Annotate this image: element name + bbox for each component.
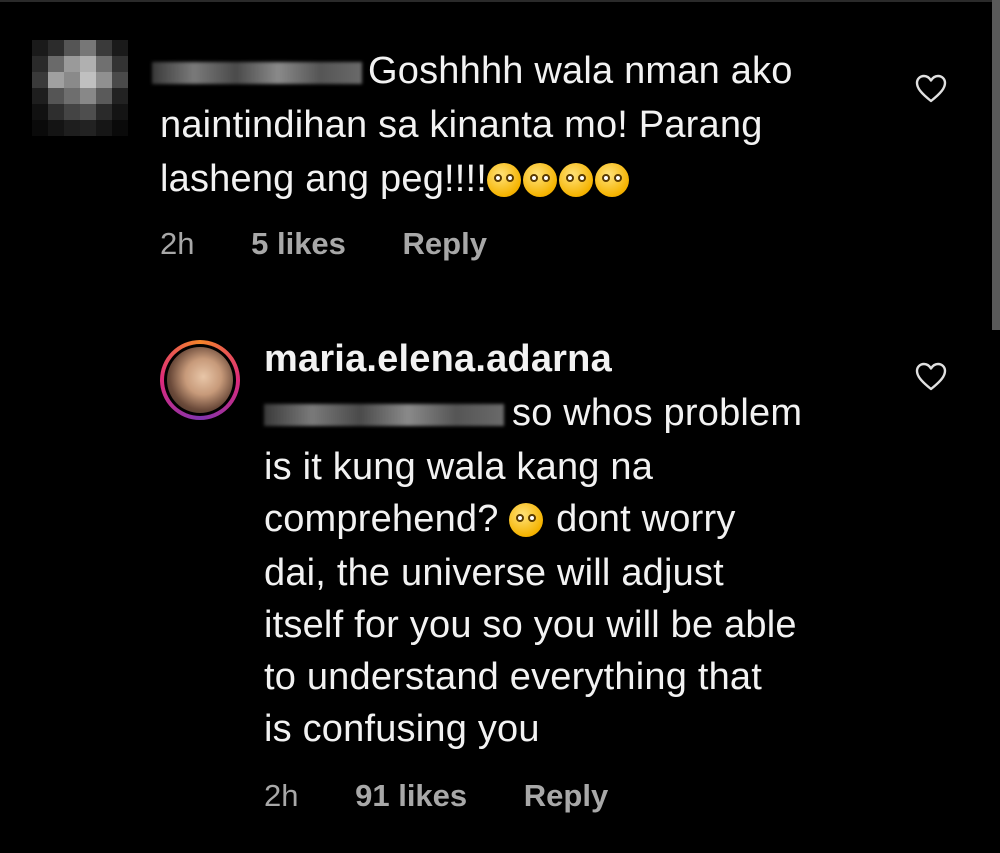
- comment-time: 2h: [160, 226, 195, 261]
- comment-2-reply: maria.elena.adarna so whos problem is it…: [0, 300, 1000, 853]
- username-redacted[interactable]: [152, 62, 362, 84]
- flushed-face-emoji: [487, 163, 522, 197]
- comment-text-line-1: Goshhhh wala nman ako: [368, 50, 793, 92]
- avatar-border: [164, 344, 236, 416]
- comment-text-line-3-text: lasheng ang peg!!!!: [160, 158, 488, 200]
- reply-text-line-2: is it kung wala kang na: [264, 446, 654, 488]
- comment-text-line-3: lasheng ang peg!!!!: [160, 152, 631, 206]
- reply-text-line-7: is confusing you: [264, 708, 540, 750]
- avatar-pixelated[interactable]: [32, 40, 128, 136]
- reply-text-line-1: so whos problem: [512, 392, 803, 434]
- reply-meta: 2h 91 likes Reply: [264, 778, 656, 814]
- face-with-raised-eyebrow-emoji: [523, 163, 558, 197]
- reply-text-line-4: dai, the universe will adjust: [264, 552, 724, 594]
- likes-count[interactable]: 5 likes: [251, 226, 346, 261]
- reply-text-line-5: itself for you so you will be able: [264, 604, 797, 646]
- avatar-photo: [167, 347, 233, 413]
- comment-1: Goshhhh wala nman ako naintindihan sa ki…: [0, 0, 1000, 300]
- heart-icon[interactable]: [915, 362, 947, 392]
- reply-button[interactable]: Reply: [403, 226, 487, 261]
- reply-time: 2h: [264, 778, 299, 813]
- woozy-face-emoji: [559, 163, 594, 197]
- reply-text-line-6: to understand everything that: [264, 656, 763, 698]
- comment-username[interactable]: maria.elena.adarna: [264, 332, 612, 386]
- reply-text-line-3b: dont worry: [556, 498, 736, 540]
- likes-count[interactable]: 91 likes: [355, 778, 467, 813]
- woozy-face-emoji: [509, 503, 544, 537]
- comment-meta: 2h 5 likes Reply: [160, 226, 535, 262]
- face-with-rolling-eyes-emoji: [595, 163, 630, 197]
- reply-button[interactable]: Reply: [524, 778, 608, 813]
- profile-avatar[interactable]: [160, 340, 240, 420]
- comment-text-line-2: naintindihan sa kinanta mo! Parang: [160, 104, 763, 146]
- reply-text-line-3: comprehend? dont worry: [264, 492, 736, 546]
- heart-icon[interactable]: [915, 74, 947, 104]
- reply-text-line-3a: comprehend?: [264, 498, 499, 540]
- mention-redacted[interactable]: [264, 404, 504, 426]
